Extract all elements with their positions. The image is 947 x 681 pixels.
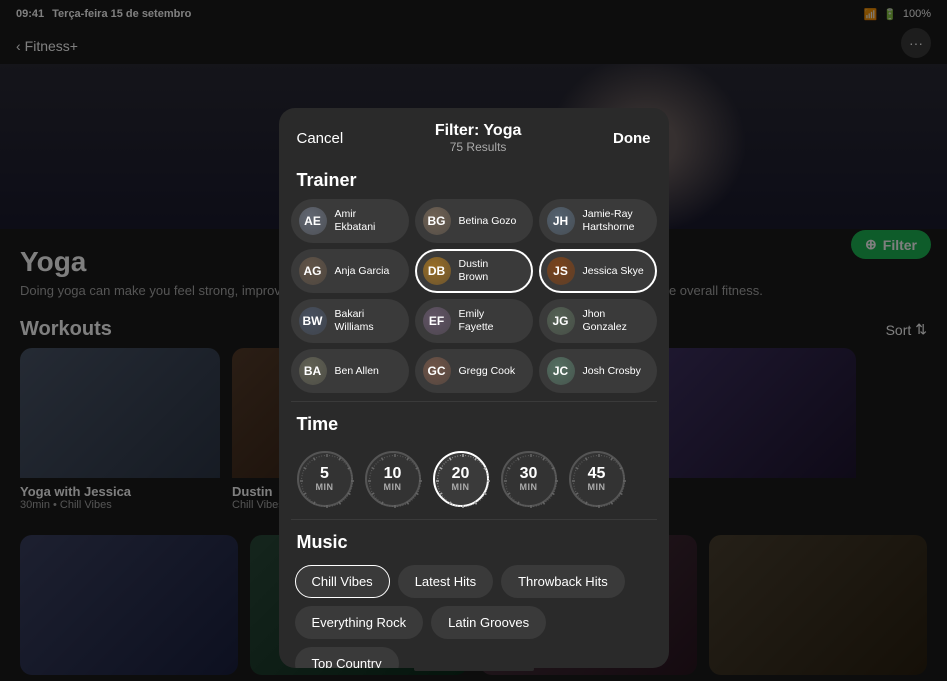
trainer-item-8[interactable]: JG Jhon Gonzalez [539,299,657,343]
modal-title-block: Filter: Yoga 75 Results [435,122,522,154]
trainer-avatar-6: BW [299,307,327,335]
time-circle-3[interactable]: 30MIN [501,451,557,507]
trainer-name-8: Jhon Gonzalez [583,308,645,333]
music-chips: Chill VibesLatest HitsThrowback Hits Ever… [279,561,669,668]
trainer-avatar-2: JH [547,207,575,235]
trainer-name-4: Dustin Brown [459,258,521,283]
trainer-item-11[interactable]: JC Josh Crosby [539,349,657,393]
trainer-grid: AE Amir Ekbatani BG Betina Gozo JH Jamie-Ray … [279,199,669,401]
time-circle-4[interactable]: 45MIN [569,451,625,507]
trainer-avatar-0: AE [299,207,327,235]
filter-modal: Cancel Filter: Yoga 75 Results Done Trai… [279,108,669,668]
music-chip-0[interactable]: Chill Vibes [295,565,390,598]
music-chip-3[interactable]: Everything Rock [295,606,424,639]
trainer-avatar-7: EF [423,307,451,335]
trainer-item-5[interactable]: JS Jessica Skye [539,249,657,293]
trainer-avatar-4: DB [423,257,451,285]
modal-title: Filter: Yoga [435,122,522,140]
time-circle-2[interactable]: 20MIN [433,451,489,507]
trainer-name-2: Jamie-Ray Hartshorne [583,208,645,233]
done-button[interactable]: Done [613,130,651,147]
trainer-avatar-3: AG [299,257,327,285]
trainer-item-6[interactable]: BW Bakari Williams [291,299,409,343]
music-chip-2[interactable]: Throwback Hits [501,565,625,598]
trainer-section-header: Trainer [279,158,669,199]
music-chip-5[interactable]: Top Country [295,647,399,668]
trainer-name-11: Josh Crosby [583,365,641,378]
trainer-item-4[interactable]: DB Dustin Brown [415,249,533,293]
trainer-avatar-11: JC [547,357,575,385]
trainer-name-7: Emily Fayette [459,308,521,333]
trainer-item-9[interactable]: BA Ben Allen [291,349,409,393]
trainer-name-0: Amir Ekbatani [335,208,397,233]
trainer-item-7[interactable]: EF Emily Fayette [415,299,533,343]
music-section-header: Music [279,520,669,561]
music-chip-1[interactable]: Latest Hits [398,565,493,598]
trainer-item-0[interactable]: AE Amir Ekbatani [291,199,409,243]
time-circles: 5MIN10MIN20MIN30MIN45MIN [279,443,669,519]
modal-results: 75 Results [435,140,522,154]
trainer-name-10: Gregg Cook [459,365,516,378]
time-circle-0[interactable]: 5MIN [297,451,353,507]
music-chip-4[interactable]: Latin Grooves [431,606,546,639]
trainer-item-2[interactable]: JH Jamie-Ray Hartshorne [539,199,657,243]
trainer-name-1: Betina Gozo [459,215,517,228]
trainer-avatar-1: BG [423,207,451,235]
trainer-avatar-8: JG [547,307,575,335]
trainer-name-5: Jessica Skye [583,265,644,278]
trainer-item-10[interactable]: GC Gregg Cook [415,349,533,393]
trainer-name-9: Ben Allen [335,365,379,378]
time-circle-1[interactable]: 10MIN [365,451,421,507]
trainer-item-3[interactable]: AG Anja Garcia [291,249,409,293]
trainer-name-3: Anja Garcia [335,265,390,278]
trainer-name-6: Bakari Williams [335,308,397,333]
trainer-avatar-10: GC [423,357,451,385]
trainer-avatar-9: BA [299,357,327,385]
trainer-item-1[interactable]: BG Betina Gozo [415,199,533,243]
modal-header: Cancel Filter: Yoga 75 Results Done [279,108,669,158]
trainer-avatar-5: JS [547,257,575,285]
time-section-header: Time [279,402,669,443]
cancel-button[interactable]: Cancel [297,130,344,147]
